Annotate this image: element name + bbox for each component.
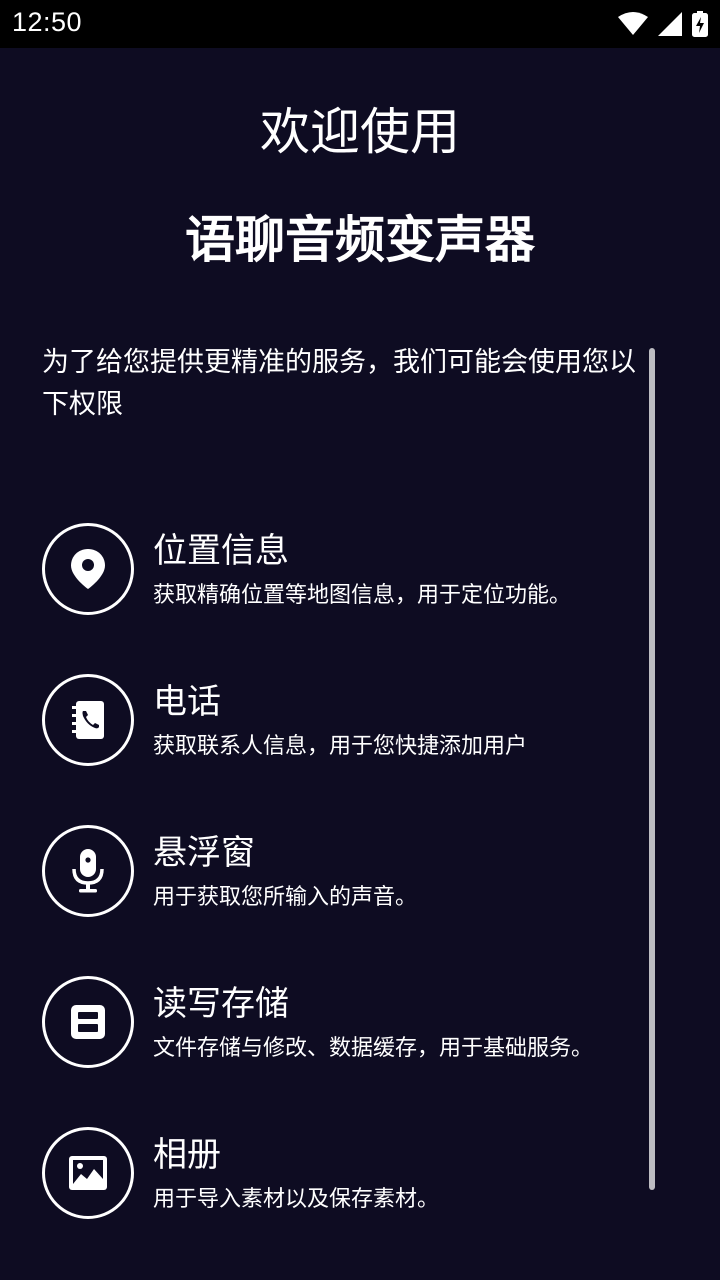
permission-item-overlay: 悬浮窗 用于获取您所输入的声音。 (42, 825, 642, 917)
signal-icon (658, 12, 682, 36)
permission-desc: 获取精确位置等地图信息，用于定位功能。 (153, 583, 572, 608)
battery-charging-icon (692, 11, 708, 37)
permission-desc: 文件存储与修改、数据缓存，用于基础服务。 (153, 1036, 594, 1061)
permission-desc: 用于获取您所输入的声音。 (153, 885, 418, 910)
permission-desc: 用于导入素材以及保存素材。 (153, 1187, 440, 1212)
welcome-title: 欢迎使用 (260, 103, 460, 161)
status-bar: 12:50 (0, 0, 720, 48)
scrollbar[interactable] (649, 348, 655, 1190)
microphone-icon (42, 825, 134, 917)
permission-item-location: 位置信息 获取精确位置等地图信息，用于定位功能。 (42, 523, 642, 615)
permission-title: 悬浮窗 (153, 833, 255, 873)
app-name-title: 语聊音频变声器 (185, 211, 535, 269)
permission-item-phone: 电话 获取联系人信息，用于您快捷添加用户 (42, 674, 642, 766)
permission-title: 相册 (153, 1135, 221, 1175)
permission-desc: 获取联系人信息，用于您快捷添加用户 (153, 734, 528, 759)
permission-item-album: 相册 用于导入素材以及保存素材。 (42, 1127, 642, 1219)
intro-text: 为了给您提供更精准的服务，我们可能会使用您以下权限 (42, 347, 636, 420)
save-disk-icon (42, 976, 134, 1068)
location-pin-icon (42, 523, 134, 615)
permission-title: 电话 (153, 682, 221, 722)
permission-title: 位置信息 (153, 531, 289, 571)
status-time: 12:50 (12, 7, 83, 37)
wifi-icon (618, 12, 648, 35)
status-icons (618, 10, 708, 38)
contacts-phone-icon (42, 674, 134, 766)
permission-title: 读写存储 (153, 984, 289, 1024)
image-icon (42, 1127, 134, 1219)
permission-item-storage: 读写存储 文件存储与修改、数据缓存，用于基础服务。 (42, 976, 642, 1068)
